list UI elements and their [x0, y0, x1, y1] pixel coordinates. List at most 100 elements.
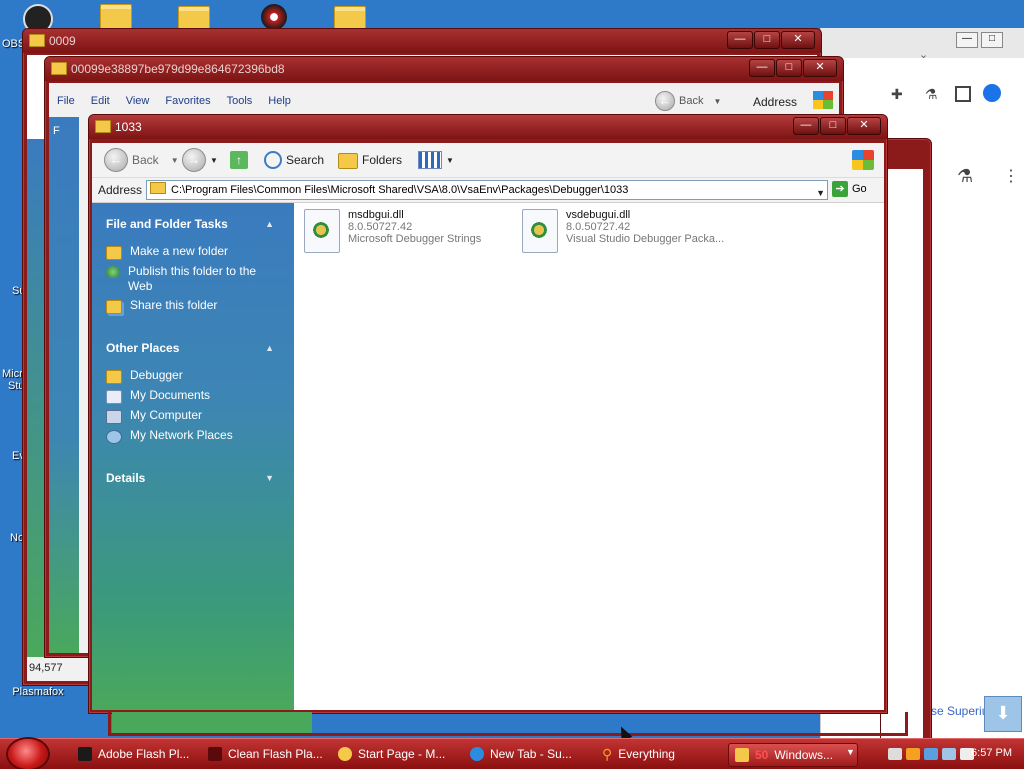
- file-version: 8.0.50727.42: [348, 221, 413, 233]
- search-button[interactable]: Search: [264, 149, 324, 171]
- task-label: Publish this folder to the Web: [128, 264, 257, 293]
- menu-tools[interactable]: Tools: [227, 95, 253, 107]
- close-button[interactable]: ✕: [781, 31, 815, 49]
- folder-icon: [29, 34, 45, 47]
- network-icon: [106, 430, 122, 444]
- expand-chevron-icon[interactable]: ▼: [265, 473, 274, 483]
- address-bar: Address C:\Program Files\Common Files\Mi…: [92, 178, 884, 203]
- window-title: 00099e38897be979d99e864672396bd8: [71, 62, 285, 76]
- folder-icon: [150, 182, 166, 194]
- file-name: vsdebugui.dll: [566, 209, 631, 221]
- other-places-header[interactable]: Other Places: [106, 341, 179, 355]
- chevron-down-icon: ▼: [210, 155, 218, 165]
- taskpane-strip: F: [49, 117, 79, 653]
- tray-app-icon[interactable]: [906, 748, 920, 760]
- folders-button[interactable]: Folders: [338, 149, 402, 171]
- taskbar-item-start-page[interactable]: Start Page - M...: [338, 743, 460, 765]
- menu-edit[interactable]: Edit: [91, 95, 110, 107]
- explorer-window-main[interactable]: 1033 — □ ✕ ← Back ▼ → ▼ ↑ Search Folders…: [88, 114, 888, 714]
- close-button[interactable]: ✕: [847, 117, 881, 135]
- network-icon[interactable]: [942, 748, 956, 760]
- taskbar-item-everything[interactable]: ⚲ Everything: [602, 743, 722, 765]
- extensions-icon[interactable]: ✚: [891, 86, 903, 103]
- back-button[interactable]: ← Back ▼: [104, 148, 179, 172]
- chevron-down-icon[interactable]: ▼: [816, 184, 825, 199]
- up-folder-button[interactable]: ↑: [230, 149, 248, 171]
- back-label: Back: [132, 153, 159, 167]
- chevron-down-icon[interactable]: ⌄: [919, 48, 928, 61]
- taskbar-item-clean-flash[interactable]: Clean Flash Pla...: [208, 743, 326, 765]
- tray-app-icon[interactable]: [924, 748, 938, 760]
- place-label: My Documents: [130, 388, 211, 402]
- place-label: My Network Places: [130, 428, 233, 442]
- details-header[interactable]: Details: [106, 471, 145, 485]
- flask-icon[interactable]: ⚗: [957, 166, 973, 187]
- minimize-button[interactable]: —: [793, 117, 819, 135]
- task-label: Make a new folder: [130, 244, 229, 258]
- menu-file[interactable]: File: [57, 95, 75, 107]
- chevron-down-icon: ▼: [446, 155, 454, 165]
- taskbar-item-windows-explorer[interactable]: 50 Windows...: [728, 743, 858, 767]
- collapse-chevron-icon[interactable]: ▲: [265, 343, 274, 353]
- address-input[interactable]: C:\Program Files\Common Files\Microsoft …: [146, 180, 828, 200]
- forward-button[interactable]: → ▼: [182, 148, 218, 172]
- browser-minimize-button[interactable]: —: [956, 32, 978, 48]
- collapse-chevron-icon[interactable]: ▲: [265, 219, 274, 229]
- file-version: 8.0.50727.42: [566, 221, 631, 233]
- place-label: My Computer: [130, 408, 203, 422]
- flash-icon: [78, 747, 92, 761]
- task-label: Everything: [618, 747, 675, 761]
- dll-file-icon: [304, 209, 340, 253]
- address-label: Address: [98, 183, 143, 197]
- window-title: 1033: [115, 120, 142, 134]
- menu-bar: File Edit View Favorites Tools Help: [57, 95, 291, 107]
- menu-favorites[interactable]: Favorites: [165, 95, 210, 107]
- menu-view[interactable]: View: [126, 95, 150, 107]
- close-button[interactable]: ✕: [803, 59, 837, 77]
- maximize-button[interactable]: □: [820, 117, 846, 135]
- task-publish-folder[interactable]: Publish this folder to the Web: [106, 264, 274, 294]
- file-item[interactable]: vsdebugui.dll 8.0.50727.42 Visual Studio…: [522, 209, 724, 253]
- window-titlebar[interactable]: 0009 — □ ✕: [23, 29, 821, 53]
- keyboard-icon[interactable]: [888, 748, 902, 760]
- file-tasks-header[interactable]: File and Folder Tasks: [106, 217, 228, 231]
- profile-icon[interactable]: [983, 84, 1001, 102]
- minimize-button[interactable]: —: [727, 31, 753, 49]
- menu-help[interactable]: Help: [268, 95, 291, 107]
- sidebar-icon[interactable]: [955, 86, 971, 102]
- place-debugger[interactable]: Debugger: [106, 368, 183, 384]
- file-item[interactable]: msdbgui.dll 8.0.50727.42 Microsoft Debug…: [304, 209, 481, 253]
- taskbar-item-new-tab[interactable]: New Tab - Su...: [470, 743, 590, 765]
- maximize-button[interactable]: □: [776, 59, 802, 77]
- task-pane: File and Folder Tasks ▲ Make a new folde…: [92, 203, 294, 710]
- place-my-documents[interactable]: My Documents: [106, 388, 210, 404]
- apps-grid-icon[interactable]: ⋮⋮: [1003, 166, 1024, 186]
- task-label: Share this folder: [130, 298, 218, 312]
- views-button[interactable]: ▼: [418, 149, 454, 171]
- place-my-computer[interactable]: My Computer: [106, 408, 202, 424]
- task-make-new-folder[interactable]: Make a new folder: [106, 244, 228, 260]
- go-button[interactable]: ➔ Go: [832, 181, 867, 197]
- windows-logo-icon: [813, 91, 833, 109]
- start-button[interactable]: [8, 739, 48, 769]
- window-titlebar[interactable]: 1033 — □ ✕: [89, 115, 887, 139]
- lab-icon[interactable]: ⚗: [925, 86, 938, 103]
- taskbar-item-adobe-flash[interactable]: Adobe Flash Pl...: [78, 743, 196, 765]
- place-my-network-places[interactable]: My Network Places: [106, 428, 233, 444]
- go-label: Go: [852, 183, 867, 195]
- maximize-button[interactable]: □: [754, 31, 780, 49]
- download-button[interactable]: ⬇: [984, 696, 1022, 732]
- clock[interactable]: 6:57 PM: [971, 747, 1012, 759]
- background-window-border: [108, 712, 908, 736]
- search-icon: [264, 151, 282, 169]
- new-folder-icon: [106, 246, 122, 260]
- search-icon: ⚲: [602, 746, 613, 762]
- task-label: Adobe Flash Pl...: [98, 747, 190, 761]
- window-titlebar[interactable]: 00099e38897be979d99e864672396bd8 — □ ✕: [45, 57, 843, 81]
- browser-maximize-button[interactable]: □: [981, 32, 1003, 48]
- views-icon: [418, 151, 442, 169]
- task-share-folder[interactable]: Share this folder: [106, 298, 217, 314]
- back-button[interactable]: ← Back ▼: [655, 91, 721, 111]
- minimize-button[interactable]: —: [749, 59, 775, 77]
- chevron-down-icon[interactable]: ▼: [846, 747, 855, 757]
